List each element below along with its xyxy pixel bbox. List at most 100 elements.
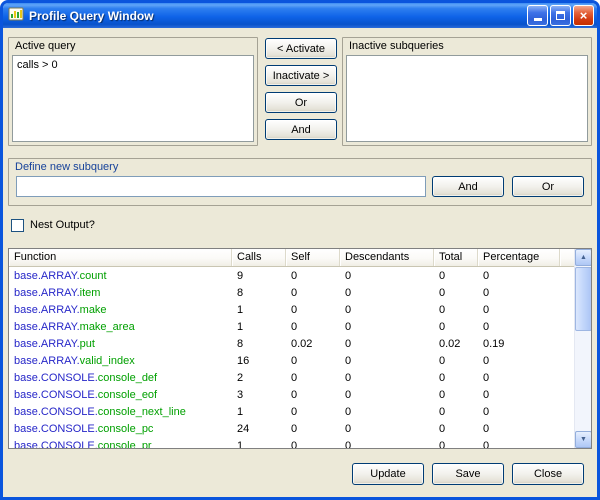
column-calls[interactable]: Calls	[232, 249, 286, 266]
function-class: CONSOLE.	[41, 406, 98, 418]
function-cluster: base.	[14, 287, 41, 299]
function-feature: make	[80, 304, 107, 316]
titlebar[interactable]: Profile Query Window ×	[3, 3, 597, 28]
query-item[interactable]: calls > 0	[17, 58, 249, 72]
scroll-thumb[interactable]	[575, 267, 592, 331]
function-cluster: base.	[14, 304, 41, 316]
table-row[interactable]: base.ARRAY.valid_index 16 0 0 0 0	[9, 353, 574, 370]
function-feature: console_pc	[98, 423, 154, 435]
inactivate-button[interactable]: Inactivate >	[265, 65, 337, 86]
activate-button[interactable]: < Activate	[265, 38, 337, 59]
scroll-up-button[interactable]: ▲	[575, 249, 592, 266]
table-row[interactable]: base.CONSOLE.console_eof 3 0 0 0 0	[9, 387, 574, 404]
function-feature: valid_index	[80, 355, 135, 367]
cell-function: base.CONSOLE.console_def	[9, 370, 232, 387]
inactive-subqueries-label: Inactive subqueries	[343, 38, 591, 54]
cell-total: 0	[434, 404, 478, 421]
scroll-down-button[interactable]: ▼	[575, 431, 592, 448]
or-transfer-button[interactable]: Or	[265, 92, 337, 113]
cell-function: base.CONSOLE.console_pr	[9, 438, 232, 448]
cell-descendants: 0	[340, 336, 434, 353]
table-row[interactable]: base.CONSOLE.console_next_line 1 0 0 0 0	[9, 404, 574, 421]
column-function[interactable]: Function	[9, 249, 232, 266]
table-row[interactable]: base.ARRAY.item 8 0 0 0 0	[9, 285, 574, 302]
cell-total: 0	[434, 302, 478, 319]
function-class: ARRAY.	[41, 270, 80, 282]
cell-self: 0	[286, 421, 340, 438]
window-title: Profile Query Window	[29, 9, 525, 23]
table-row[interactable]: base.ARRAY.put 8 0.02 0 0.02 0.19	[9, 336, 574, 353]
maximize-icon	[556, 11, 565, 20]
inactive-subqueries-group: Inactive subqueries	[342, 37, 592, 146]
function-class: ARRAY.	[41, 355, 80, 367]
function-class: CONSOLE.	[41, 372, 98, 384]
active-query-list[interactable]: calls > 0	[12, 55, 254, 142]
function-cluster: base.	[14, 321, 41, 333]
subquery-or-button[interactable]: Or	[512, 176, 584, 197]
save-button[interactable]: Save	[432, 463, 504, 485]
function-cluster: base.	[14, 270, 41, 282]
cell-self: 0	[286, 438, 340, 448]
table-header: Function Calls Self Descendants Total Pe…	[9, 249, 591, 267]
close-window-button[interactable]: ×	[573, 5, 594, 26]
cell-calls: 8	[232, 285, 286, 302]
function-feature: console_pr	[98, 440, 152, 448]
table-row[interactable]: base.ARRAY.make_area 1 0 0 0 0	[9, 319, 574, 336]
cell-function: base.CONSOLE.console_eof	[9, 387, 232, 404]
function-feature: count	[80, 270, 107, 282]
function-cluster: base.	[14, 389, 41, 401]
cell-total: 0	[434, 268, 478, 285]
cell-descendants: 0	[340, 387, 434, 404]
column-descendants[interactable]: Descendants	[340, 249, 434, 266]
subquery-input[interactable]	[16, 176, 426, 197]
minimize-icon	[534, 18, 542, 21]
column-percentage[interactable]: Percentage	[478, 249, 560, 266]
active-query-label: Active query	[9, 38, 257, 54]
table-row[interactable]: base.CONSOLE.console_pc 24 0 0 0 0	[9, 421, 574, 438]
column-self[interactable]: Self	[286, 249, 340, 266]
column-total[interactable]: Total	[434, 249, 478, 266]
cell-percentage: 0.19	[478, 336, 560, 353]
function-feature: put	[80, 338, 95, 350]
table-row[interactable]: base.ARRAY.make 1 0 0 0 0	[9, 302, 574, 319]
table-row[interactable]: base.CONSOLE.console_pr 1 0 0 0 0	[9, 438, 574, 448]
cell-self: 0	[286, 285, 340, 302]
cell-descendants: 0	[340, 302, 434, 319]
cell-function: base.ARRAY.put	[9, 336, 232, 353]
cell-total: 0	[434, 370, 478, 387]
cell-total: 0	[434, 285, 478, 302]
cell-self: 0	[286, 404, 340, 421]
cell-total: 0	[434, 421, 478, 438]
column-filler	[560, 249, 574, 266]
cell-descendants: 0	[340, 268, 434, 285]
update-button[interactable]: Update	[352, 463, 424, 485]
function-class: ARRAY.	[41, 304, 80, 316]
cell-percentage: 0	[478, 387, 560, 404]
function-cluster: base.	[14, 338, 41, 350]
cell-calls: 16	[232, 353, 286, 370]
cell-function: base.ARRAY.make_area	[9, 319, 232, 336]
cell-self: 0	[286, 319, 340, 336]
active-query-group: Active query calls > 0	[8, 37, 258, 146]
table-row[interactable]: base.ARRAY.count 9 0 0 0 0	[9, 268, 574, 285]
cell-percentage: 0	[478, 268, 560, 285]
close-button[interactable]: Close	[512, 463, 584, 485]
cell-calls: 9	[232, 268, 286, 285]
function-cluster: base.	[14, 406, 41, 418]
vertical-scrollbar[interactable]: ▲ ▼	[574, 249, 591, 448]
subquery-and-button[interactable]: And	[432, 176, 504, 197]
results-table: Function Calls Self Descendants Total Pe…	[8, 248, 592, 449]
table-row[interactable]: base.CONSOLE.console_def 2 0 0 0 0	[9, 370, 574, 387]
and-transfer-button[interactable]: And	[265, 119, 337, 140]
inactive-subqueries-list[interactable]	[346, 55, 588, 142]
cell-calls: 1	[232, 404, 286, 421]
minimize-button[interactable]	[527, 5, 548, 26]
cell-descendants: 0	[340, 438, 434, 448]
function-class: ARRAY.	[41, 321, 80, 333]
maximize-button[interactable]	[550, 5, 571, 26]
nest-output-checkbox[interactable]	[11, 219, 24, 232]
cell-calls: 3	[232, 387, 286, 404]
cell-descendants: 0	[340, 370, 434, 387]
cell-total: 0	[434, 319, 478, 336]
cell-total: 0	[434, 387, 478, 404]
